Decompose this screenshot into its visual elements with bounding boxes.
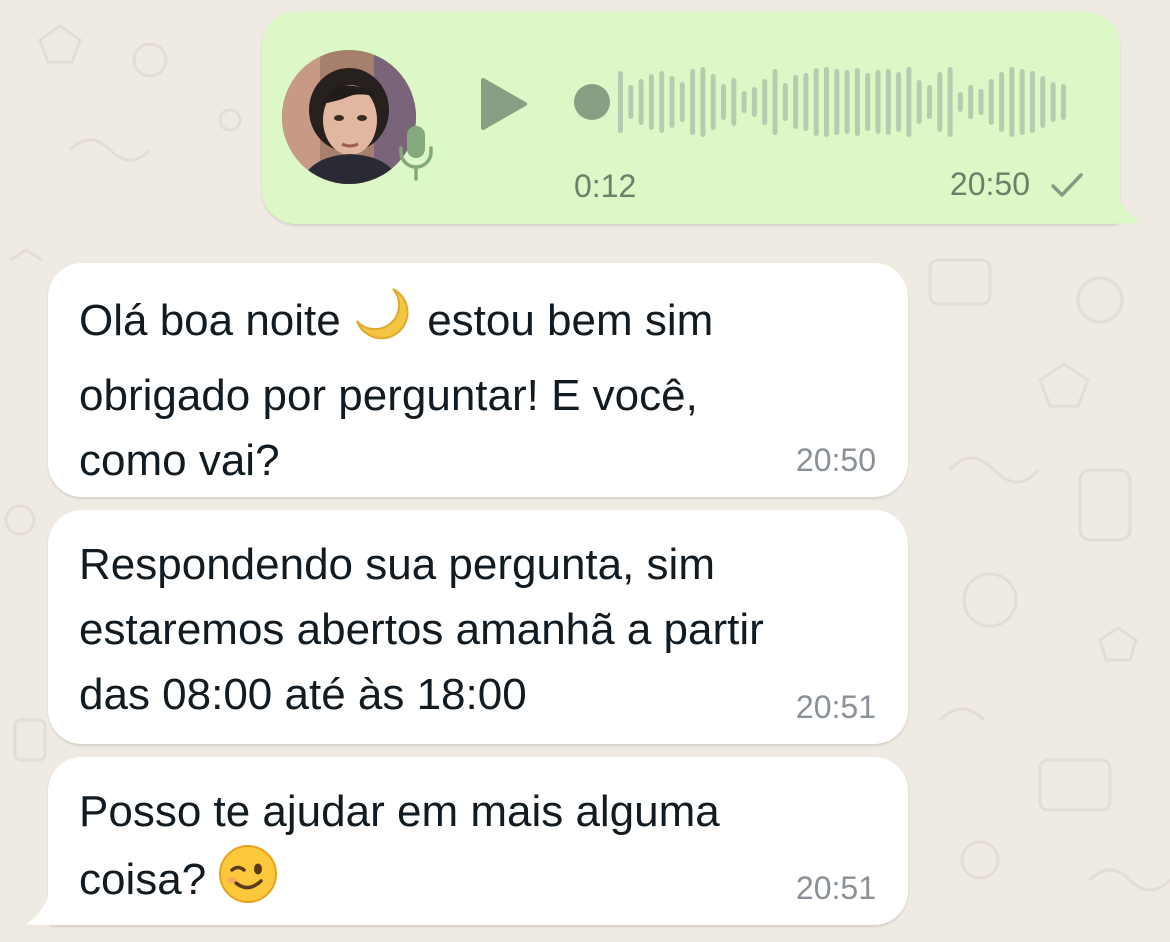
waveform-bar [875, 70, 881, 134]
message-text: Olá boa noite estou bem sim obrigado por… [79, 285, 849, 493]
waveform-bar [762, 79, 768, 125]
message-time: 20:50 [795, 442, 876, 478]
incoming-message[interactable]: Posso te ajudar em mais alguma coisa? 20… [48, 757, 908, 925]
microphone-icon [396, 124, 436, 187]
waveform-bar [751, 87, 757, 117]
message-time: 20:50 [949, 166, 1030, 202]
waveform-bar [854, 68, 860, 136]
waveform-bar [813, 68, 819, 136]
waveform-bar [824, 67, 829, 137]
bubble-tail-outgoing [1100, 198, 1142, 224]
waveform-bar [844, 70, 850, 134]
waveform-bar [957, 92, 963, 112]
message-time: 20:51 [795, 870, 876, 906]
waveform-bar [927, 85, 932, 119]
waveform-bar [988, 79, 994, 125]
waveform-bar [896, 72, 902, 132]
waveform-bar [793, 75, 799, 129]
message-text: Respondendo sua pergunta, sim estaremos … [79, 540, 764, 719]
incoming-message[interactable]: Olá boa noite estou bem sim obrigado por… [48, 263, 908, 497]
message-time: 20:51 [795, 689, 876, 725]
waveform-bar [690, 69, 696, 135]
waveform-bar [906, 67, 912, 137]
message-text: Posso te ajudar em mais alguma coisa? [79, 779, 849, 922]
waveform-bar [978, 89, 984, 115]
audio-waveform[interactable] [572, 62, 1092, 142]
waveform-bar [648, 74, 654, 130]
waveform-bar [803, 73, 809, 131]
waveform-bar [731, 78, 737, 126]
voice-duration: 0:12 [574, 168, 637, 204]
incoming-message[interactable]: Respondendo sua pergunta, sim estaremos … [48, 510, 908, 744]
waveform-bar [885, 69, 891, 135]
waveform-bar [999, 72, 1005, 132]
waveform-bar [638, 79, 644, 125]
waveform-bar [968, 85, 974, 119]
waveform-bar [834, 69, 840, 135]
seek-handle[interactable] [574, 84, 610, 120]
waveform-bar [700, 67, 706, 137]
waveform-bar [741, 91, 747, 113]
waveform-bar [1009, 67, 1015, 137]
waveform-bar [679, 82, 685, 122]
waveform-bar [782, 83, 788, 121]
waveform-bar [618, 71, 623, 133]
waveform-bar [628, 85, 634, 119]
waveform-bar [721, 84, 726, 120]
waveform-bar [937, 72, 943, 132]
crescent-moon-icon [353, 285, 415, 363]
waveform-bar [916, 80, 922, 124]
waveform-bar [710, 74, 716, 130]
single-check-icon [1051, 173, 1083, 197]
waveform-bar [772, 69, 778, 135]
play-button[interactable] [476, 74, 532, 134]
waveform-bar [865, 73, 871, 131]
waveform-bar [1060, 84, 1066, 120]
waveform-bar [669, 76, 675, 128]
play-icon [481, 78, 527, 130]
bubble-tail-incoming [26, 896, 60, 925]
waveform-bar [659, 71, 665, 133]
waveform-bar [947, 67, 953, 137]
winking-face-icon [218, 844, 278, 922]
waveform-bar [1040, 76, 1046, 128]
waveform-bar [1019, 69, 1025, 135]
waveform-bar [1050, 82, 1056, 122]
sender-avatar-wrap [282, 50, 433, 186]
waveform-bar [1030, 71, 1035, 133]
voice-message-bubble[interactable]: 0:12 20:50 [262, 12, 1120, 224]
